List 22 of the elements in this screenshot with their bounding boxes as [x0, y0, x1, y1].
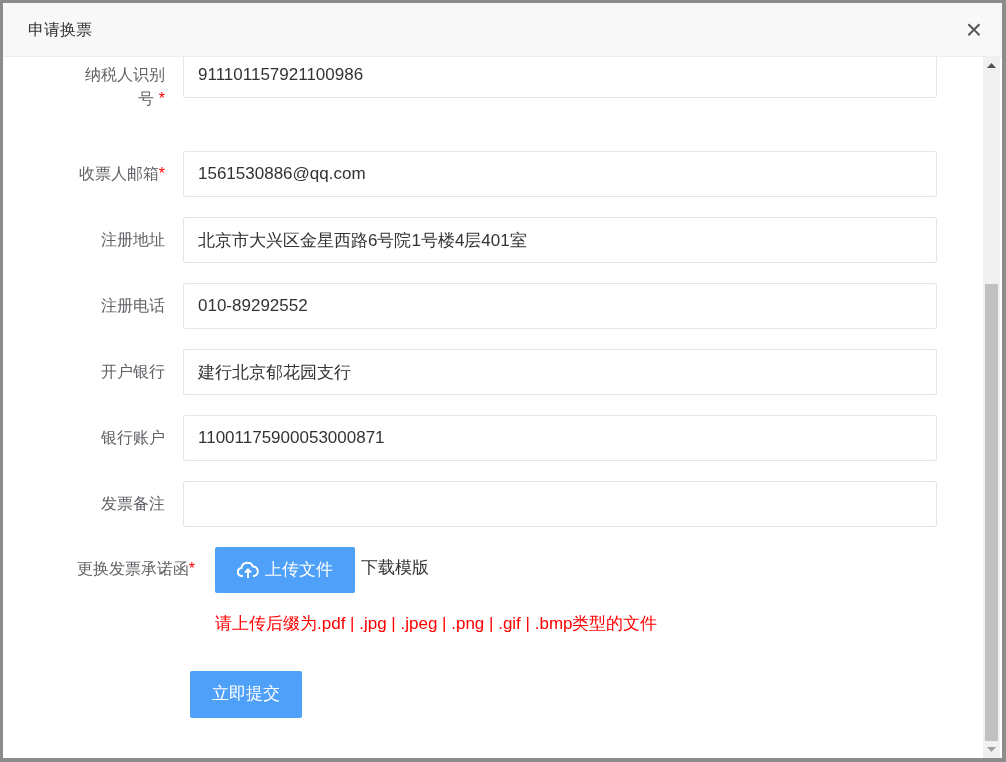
close-button[interactable]: ×	[965, 15, 982, 44]
field-label: 开户银行	[100, 362, 165, 382]
input-field[interactable]: 1561530886@qq.com	[183, 151, 937, 197]
input-field[interactable]	[183, 481, 937, 527]
field-label: 更换发票承诺函*	[75, 559, 195, 579]
input-field[interactable]: 北京市大兴区金星西路6号院1号楼4层401室	[183, 217, 937, 263]
dialog-title: 申请换票	[28, 19, 92, 40]
field-label: 纳税人识别号 *	[84, 65, 165, 109]
cloud-upload-icon	[237, 561, 259, 579]
download-template-link[interactable]: 下载模版	[361, 547, 429, 581]
scrollbar[interactable]	[983, 57, 1000, 758]
field-label: 注册地址	[100, 230, 165, 250]
input-field[interactable]: 911101157921100986	[183, 57, 937, 98]
field-label: 发票备注	[100, 494, 165, 514]
field-label: 收票人邮箱*	[77, 164, 165, 184]
input-field[interactable]: 11001175900053000871	[183, 415, 937, 461]
input-field[interactable]: 建行北京郁花园支行	[183, 349, 937, 395]
scrollbar-thumb[interactable]	[985, 284, 998, 741]
field-label: 银行账户	[100, 428, 165, 448]
file-type-hint: 请上传后缀为.pdf | .jpg | .jpeg | .png | .gif | .bmp类型的文件	[215, 613, 658, 635]
field-label: 注册电话	[100, 296, 165, 316]
input-field[interactable]: 010-89292552	[183, 283, 937, 329]
